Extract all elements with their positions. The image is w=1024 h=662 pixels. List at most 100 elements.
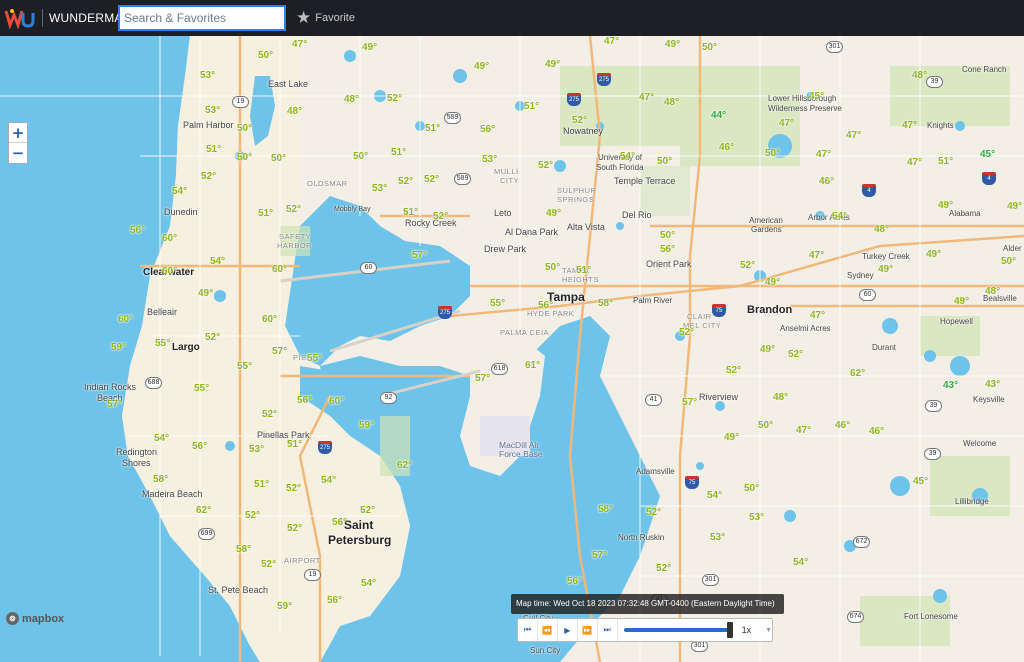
temp-marker[interactable]: 52° bbox=[679, 327, 694, 338]
temp-marker[interactable]: 52° bbox=[245, 510, 260, 521]
temp-marker[interactable]: 45° bbox=[980, 149, 995, 160]
temp-marker[interactable]: 56° bbox=[480, 124, 495, 135]
wundermap-logo[interactable]: WUNDERMAP bbox=[0, 0, 131, 36]
temp-marker[interactable]: 47° bbox=[796, 425, 811, 436]
temp-marker[interactable]: 47° bbox=[846, 130, 861, 141]
temp-marker[interactable]: 54° bbox=[707, 490, 722, 501]
temp-marker[interactable]: 53° bbox=[749, 512, 764, 523]
temp-marker[interactable]: 47° bbox=[604, 36, 619, 47]
temp-marker[interactable]: 54° bbox=[154, 433, 169, 444]
temp-marker[interactable]: 52° bbox=[262, 409, 277, 420]
temp-marker[interactable]: 54° bbox=[321, 475, 336, 486]
temp-marker[interactable]: 46° bbox=[719, 142, 734, 153]
temp-marker[interactable]: 56° bbox=[327, 595, 342, 606]
temp-marker[interactable]: 56° bbox=[130, 225, 145, 236]
temp-marker[interactable]: 50° bbox=[353, 151, 368, 162]
temp-marker[interactable]: 51° bbox=[403, 207, 418, 218]
temp-marker[interactable]: 48° bbox=[985, 286, 1000, 297]
temp-marker[interactable]: 55° bbox=[490, 298, 505, 309]
temp-marker[interactable]: 44° bbox=[711, 110, 726, 121]
temp-marker[interactable]: 58° bbox=[153, 474, 168, 485]
temp-marker[interactable]: 52° bbox=[287, 523, 302, 534]
step-forward-button[interactable]: ⏩ bbox=[578, 619, 598, 641]
temp-marker[interactable]: 52° bbox=[205, 332, 220, 343]
temp-marker[interactable]: 49° bbox=[665, 39, 680, 50]
temp-marker[interactable]: 52° bbox=[656, 563, 671, 574]
temp-marker[interactable]: 56° bbox=[567, 576, 582, 587]
zoom-in-button[interactable]: + bbox=[9, 123, 27, 143]
temp-marker[interactable]: 50° bbox=[660, 230, 675, 241]
temp-marker[interactable]: 55° bbox=[155, 338, 170, 349]
temp-marker[interactable]: 49° bbox=[546, 208, 561, 219]
mapbox-attribution[interactable]: ⊚ mapbox bbox=[6, 612, 64, 625]
temp-marker[interactable]: 51° bbox=[206, 144, 221, 155]
temp-marker[interactable]: 49° bbox=[362, 42, 377, 53]
skip-to-end-button[interactable]: ⏭ bbox=[598, 619, 618, 641]
temp-marker[interactable]: 49° bbox=[1007, 201, 1022, 212]
temp-marker[interactable]: 46° bbox=[835, 420, 850, 431]
temp-marker[interactable]: 47° bbox=[779, 118, 794, 129]
temp-marker[interactable]: 62° bbox=[850, 368, 865, 379]
temp-marker[interactable]: 47° bbox=[639, 92, 654, 103]
temp-marker[interactable]: 57° bbox=[412, 250, 427, 261]
temp-marker[interactable]: 54° bbox=[832, 211, 847, 222]
temp-marker[interactable]: 52° bbox=[740, 260, 755, 271]
temp-marker[interactable]: 54° bbox=[210, 256, 225, 267]
temp-marker[interactable]: 54° bbox=[172, 186, 187, 197]
temp-marker[interactable]: 60° bbox=[329, 396, 344, 407]
temp-marker[interactable]: 48° bbox=[344, 94, 359, 105]
temp-marker[interactable]: 46° bbox=[869, 426, 884, 437]
temp-marker[interactable]: 51° bbox=[254, 479, 269, 490]
temp-marker[interactable]: 47° bbox=[292, 39, 307, 50]
temp-marker[interactable]: 52° bbox=[572, 115, 587, 126]
temp-marker[interactable]: 54° bbox=[620, 151, 635, 162]
temp-marker[interactable]: 56° bbox=[192, 441, 207, 452]
temp-marker[interactable]: 52° bbox=[286, 204, 301, 215]
play-button[interactable]: ▶ bbox=[558, 619, 578, 641]
temp-marker[interactable]: 49° bbox=[765, 277, 780, 288]
temp-marker[interactable]: 50° bbox=[237, 152, 252, 163]
temp-marker[interactable]: 60° bbox=[272, 264, 287, 275]
temp-marker[interactable]: 49° bbox=[926, 249, 941, 260]
temp-marker[interactable]: 54° bbox=[361, 578, 376, 589]
temp-marker[interactable]: 60° bbox=[262, 314, 277, 325]
temp-marker[interactable]: 52° bbox=[360, 505, 375, 516]
temp-marker[interactable]: 53° bbox=[205, 105, 220, 116]
temp-marker[interactable]: 52° bbox=[726, 365, 741, 376]
temp-marker[interactable]: 51° bbox=[258, 208, 273, 219]
temp-marker[interactable]: 59° bbox=[359, 420, 374, 431]
chevron-down-icon[interactable]: ▼ bbox=[765, 627, 772, 634]
search-input[interactable]: Search & Favorites bbox=[118, 5, 286, 31]
temp-marker[interactable]: 50° bbox=[657, 156, 672, 167]
temp-marker[interactable]: 53° bbox=[482, 154, 497, 165]
temp-marker[interactable]: 47° bbox=[809, 250, 824, 261]
skip-to-start-button[interactable]: ⏮ bbox=[518, 619, 538, 641]
temp-marker[interactable]: 48° bbox=[287, 106, 302, 117]
timeline-slider[interactable] bbox=[623, 622, 733, 638]
temp-marker[interactable]: 59° bbox=[111, 342, 126, 353]
temp-marker[interactable]: 54° bbox=[793, 557, 808, 568]
temp-marker[interactable]: 53° bbox=[249, 444, 264, 455]
temp-marker[interactable]: 59° bbox=[277, 601, 292, 612]
temp-marker[interactable]: 50° bbox=[237, 123, 252, 134]
temp-marker[interactable]: 50° bbox=[545, 262, 560, 273]
map-canvas[interactable]: Tampa Saint Petersburg Brandon Clearwate… bbox=[0, 36, 1024, 662]
temp-marker[interactable]: 57° bbox=[475, 373, 490, 384]
temp-marker[interactable]: 49° bbox=[198, 288, 213, 299]
step-back-button[interactable]: ⏪ bbox=[538, 619, 558, 641]
temp-marker[interactable]: 55° bbox=[194, 383, 209, 394]
temp-marker[interactable]: 47° bbox=[907, 157, 922, 168]
temp-marker[interactable]: 50° bbox=[1001, 256, 1016, 267]
temp-marker[interactable]: 51° bbox=[425, 123, 440, 134]
temp-marker[interactable]: 52° bbox=[261, 559, 276, 570]
temp-marker[interactable]: 57° bbox=[592, 550, 607, 561]
temp-marker[interactable]: 52° bbox=[788, 349, 803, 360]
temp-marker[interactable]: 51° bbox=[938, 156, 953, 167]
temp-marker[interactable]: 51° bbox=[391, 147, 406, 158]
temp-marker[interactable]: 60° bbox=[162, 266, 177, 277]
temp-marker[interactable]: 49° bbox=[938, 200, 953, 211]
temp-marker[interactable]: 47° bbox=[816, 149, 831, 160]
temp-marker[interactable]: 49° bbox=[954, 296, 969, 307]
temp-marker[interactable]: 52° bbox=[398, 176, 413, 187]
zoom-out-button[interactable]: − bbox=[9, 143, 27, 163]
